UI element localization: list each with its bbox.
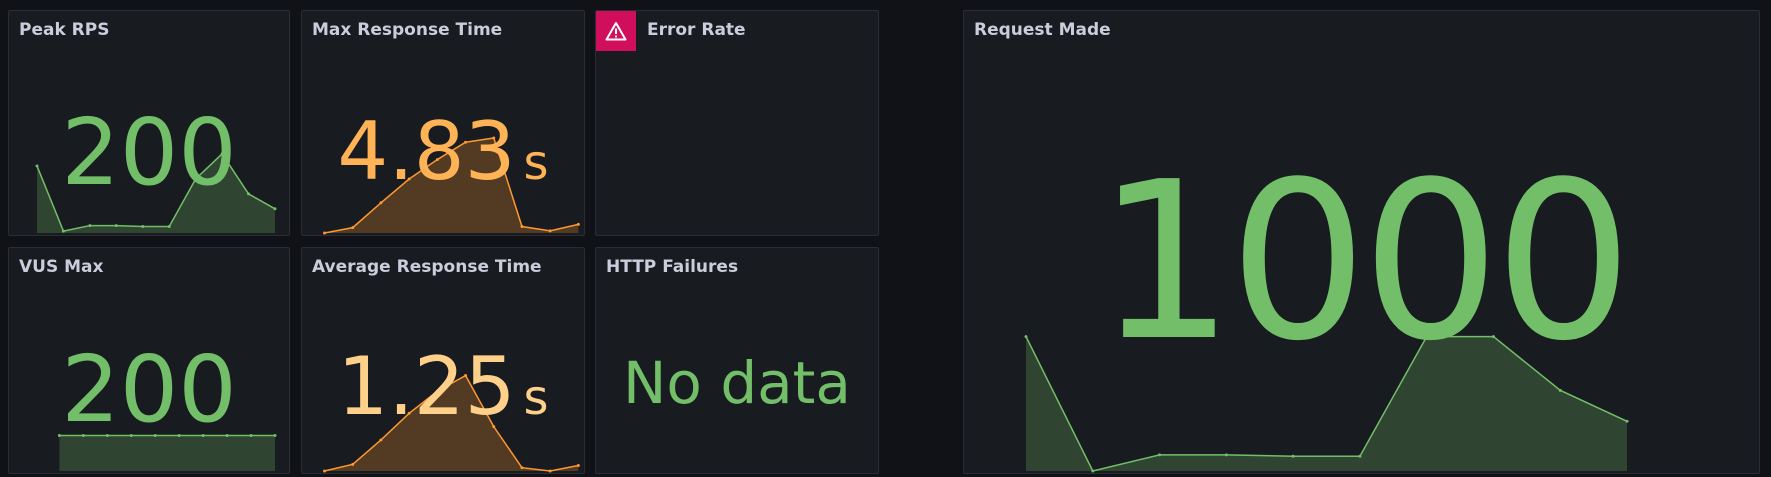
warning-triangle-icon: [605, 22, 627, 41]
sparkline-point: [1558, 388, 1562, 392]
sparkline-point: [1158, 453, 1162, 457]
panel-title: Error Rate: [647, 20, 746, 40]
stat-number: 200: [61, 99, 237, 206]
sparkline-point: [1358, 454, 1362, 458]
sparkline-point: [61, 229, 65, 233]
panel-request-made[interactable]: Request Made 1000: [963, 10, 1760, 474]
stat-unit: s: [523, 135, 549, 191]
sparkline-point: [323, 231, 327, 235]
stat-number: 200: [61, 336, 237, 443]
stat-value: 1000: [964, 154, 1759, 372]
sparkline-point: [323, 469, 327, 473]
sparkline-point: [351, 462, 355, 466]
panel-title: Max Response Time: [312, 20, 503, 40]
stat-number: 1.25: [337, 340, 516, 433]
sparkline-point: [520, 466, 524, 470]
stat-number: 1000: [1096, 136, 1633, 389]
sparkline-point: [576, 222, 580, 226]
sparkline-point: [1625, 419, 1629, 423]
panel-title: Peak RPS: [19, 20, 110, 40]
stat-value: 200: [9, 107, 289, 199]
panel-title: HTTP Failures: [606, 257, 739, 277]
stat-value: 200: [9, 344, 289, 436]
panel-http-failures[interactable]: HTTP Failures No data: [595, 247, 879, 474]
sparkline-point: [167, 225, 171, 228]
panel-error-rate[interactable]: Error Rate: [595, 10, 879, 236]
stat-value: 4.83 s: [302, 112, 584, 192]
sparkline-point: [1091, 469, 1095, 473]
panel-title: Average Response Time: [312, 257, 542, 277]
panel-title: Request Made: [974, 20, 1111, 40]
error-badge[interactable]: [596, 11, 636, 51]
stat-number: No data: [623, 349, 851, 417]
sparkline-point: [141, 225, 145, 228]
sparkline-point: [1224, 453, 1228, 457]
sparkline-point: [379, 201, 383, 205]
stat-number: 4.83: [337, 105, 516, 198]
sparkline-point: [548, 469, 552, 473]
panel-vus-max[interactable]: VUS Max 200: [8, 247, 290, 474]
sparkline-point: [379, 438, 383, 442]
stat-unit: s: [523, 370, 549, 426]
sparkline-point: [548, 229, 552, 233]
panel-peak-rps[interactable]: Peak RPS 200: [8, 10, 290, 236]
panel-average-response-time[interactable]: Average Response Time 1.25 s: [301, 247, 585, 474]
panel-title: VUS Max: [19, 257, 104, 277]
sparkline-point: [114, 224, 118, 228]
sparkline-point: [351, 226, 355, 230]
sparkline-point: [1291, 454, 1295, 458]
no-data-text: No data: [596, 354, 878, 412]
panel-max-response-time[interactable]: Max Response Time 4.83 s: [301, 10, 585, 236]
sparkline-point: [273, 207, 277, 211]
sparkline-point: [576, 463, 580, 467]
sparkline-point: [88, 224, 92, 228]
stat-value: 1.25 s: [302, 347, 584, 427]
sparkline-point: [520, 225, 524, 229]
